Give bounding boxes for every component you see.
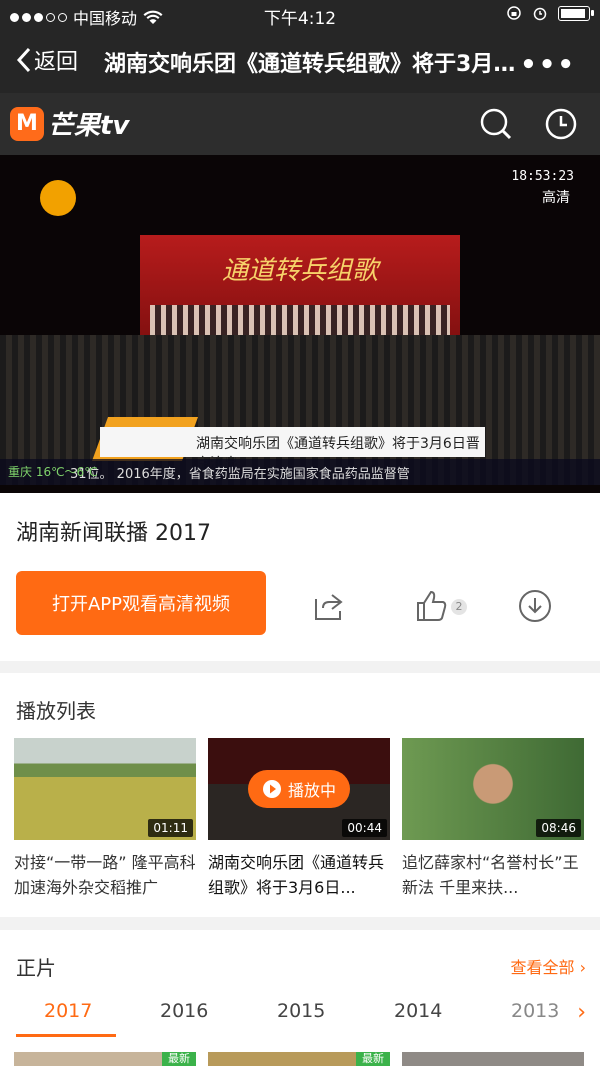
video-thumbnail: 08:46 <box>402 738 584 840</box>
feature-title: 正片 <box>16 956 56 980</box>
now-playing-pill: 播放中 <box>248 770 350 808</box>
view-all-label: 查看全部 <box>510 958 575 977</box>
battery-icon <box>558 5 594 21</box>
alarm-icon <box>533 7 547 21</box>
video-thumbnail: 01:11 <box>14 738 196 840</box>
status-bar: 中国移动 下午4:12 <box>0 0 600 30</box>
video-quality: 高清 <box>542 190 570 206</box>
like-icon[interactable] <box>414 589 448 623</box>
tab-year-2014[interactable]: 2014 <box>394 1000 442 1022</box>
brand-bar: M 芒果tv <box>0 93 600 155</box>
new-badge: 最新 <box>356 1052 390 1066</box>
now-playing-label: 播放中 <box>287 781 336 800</box>
year-tabs: 2017 2016 2015 2014 2013 › <box>0 1000 600 1040</box>
download-icon[interactable] <box>518 589 552 623</box>
video-clock: 18:53:23 <box>511 169 574 184</box>
new-badge: 最新 <box>162 1052 196 1066</box>
more-icon[interactable]: ••• <box>520 50 576 80</box>
tab-year-2013[interactable]: 2013 <box>511 1000 559 1022</box>
duration-badge: 01:11 <box>148 819 193 837</box>
tab-year-2016[interactable]: 2016 <box>160 1000 208 1022</box>
mgtv-logo[interactable]: M 芒果tv <box>10 105 129 142</box>
mgtv-logo-mark: M <box>10 106 44 141</box>
news-ticker: 重庆 16℃～6℃ 31位。 2016年度，省食药监局在实施国家食品药品监督管 <box>0 459 600 485</box>
program-title: 湖南新闻联播 2017 <box>16 521 211 546</box>
playlist-item-active[interactable]: 播放中 00:44 湖南交响乐团《通道转兵组歌》将于3月6日... <box>208 738 390 900</box>
active-tab-underline <box>16 1034 116 1037</box>
back-label: 返回 <box>34 50 79 75</box>
video-player[interactable]: 18:53:23 高清 通道转兵组歌 湖南交响乐团《通道转兵组歌》将于3月6日晋… <box>0 155 600 493</box>
video-thumbnail: 播放中 00:44 <box>208 738 390 840</box>
chevron-right-icon[interactable]: › <box>577 1000 586 1025</box>
share-icon[interactable] <box>312 589 346 623</box>
playlist-item-title: 湖南交响乐团《通道转兵组歌》将于3月6日... <box>208 853 385 897</box>
back-button[interactable]: 返回 <box>16 44 78 76</box>
search-icon[interactable] <box>480 108 512 140</box>
feature-thumbnail[interactable]: 最新 <box>208 1052 390 1066</box>
lower-third: 湖南交响乐团《通道转兵组歌》将于3月6日晋京演出 <box>100 427 485 472</box>
rotation-lock-icon <box>507 6 521 20</box>
logo-text: 芒果tv <box>48 111 130 141</box>
top-bar: 中国移动 下午4:12 返回 湖南交响乐团《通道转兵组歌》将于3月6日晋京演出 … <box>0 0 600 93</box>
duration-badge: 00:44 <box>342 819 387 837</box>
playlist-item-title: 对接“一带一路” 隆平高科加速海外杂交稻推广 <box>14 853 196 897</box>
tab-year-2017[interactable]: 2017 <box>44 1000 92 1022</box>
playlist-title: 播放列表 <box>16 699 96 723</box>
playlist-item-title: 追忆薛家村“名誉村长”王新法 千里来扶... <box>402 853 579 897</box>
like-count: 2 <box>451 599 467 615</box>
page-title: 湖南交响乐团《通道转兵组歌》将于3月6日晋京演出 <box>104 52 524 77</box>
nav-bar: 返回 湖南交响乐团《通道转兵组歌》将于3月6日晋京演出 ••• <box>0 30 600 93</box>
playlist-item[interactable]: 01:11 对接“一带一路” 隆平高科加速海外杂交稻推广 <box>14 738 196 900</box>
history-icon[interactable] <box>545 108 577 140</box>
duration-badge: 08:46 <box>536 819 581 837</box>
ticker-text: 31位。 2016年度，省食药监局在实施国家食品药品监督管 <box>70 467 410 482</box>
station-logo <box>40 180 76 216</box>
playlist-item[interactable]: 08:46 追忆薛家村“名誉村长”王新法 千里来扶... <box>402 738 584 900</box>
tab-year-2015[interactable]: 2015 <box>277 1000 325 1022</box>
playlist-section: 播放列表 01:11 对接“一带一路” 隆平高科加速海外杂交稻推广 播放中 00… <box>0 673 600 917</box>
feature-thumbnail[interactable] <box>402 1052 584 1066</box>
status-right <box>506 5 594 21</box>
chevron-left-icon <box>16 47 31 73</box>
video-info: 湖南新闻联播 2017 打开APP观看高清视频 2 <box>0 493 600 661</box>
open-app-button[interactable]: 打开APP观看高清视频 <box>16 571 266 635</box>
feature-thumbnail[interactable]: 最新 <box>14 1052 196 1066</box>
ticker-weather: 重庆 16℃～6℃ <box>8 465 98 479</box>
view-all-link[interactable]: 查看全部 › <box>510 954 586 978</box>
play-icon <box>262 780 281 798</box>
stage-banner-text: 通道转兵组歌 <box>221 256 378 286</box>
chevron-right-icon: › <box>579 958 586 977</box>
feature-section: 正片 查看全部 › 2017 2016 2015 2014 2013 › 最新 … <box>0 930 600 1066</box>
